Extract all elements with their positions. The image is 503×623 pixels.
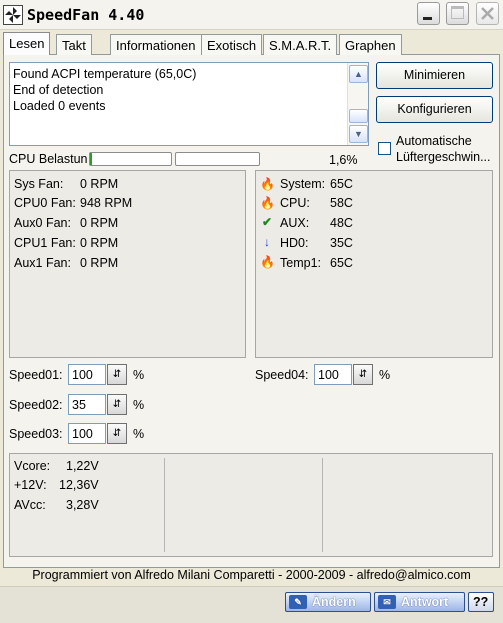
- temp-value: 65C: [330, 177, 353, 191]
- configure-button[interactable]: Konfigurieren: [376, 96, 493, 123]
- temp-value: 35C: [330, 236, 353, 250]
- minimize-window-button[interactable]: [417, 2, 440, 25]
- reply-button-label: Antwort: [401, 595, 449, 609]
- fan-label: CPU1 Fan:: [14, 236, 76, 250]
- fan-label: Aux0 Fan:: [14, 216, 71, 230]
- auto-fan-speed-label-line1: Automatische: [396, 134, 472, 148]
- scroll-thumb[interactable]: [349, 109, 368, 123]
- cpu-load-bar: [89, 152, 172, 166]
- temp-value: 65C: [330, 256, 353, 270]
- fan-label: Sys Fan:: [14, 177, 64, 191]
- arrow-down-icon: ↓: [264, 235, 270, 249]
- maximize-window-button[interactable]: [446, 2, 469, 25]
- reply-icon: ✉: [378, 595, 396, 609]
- fan-value: 0 RPM: [80, 256, 119, 270]
- speed01-spinner[interactable]: ⇵: [107, 364, 127, 385]
- voltage-value: 12,36V: [59, 478, 99, 492]
- auto-fan-speed-label-line2: Lüftergeschwin...: [396, 150, 491, 164]
- temp-label: HD0:: [280, 236, 309, 250]
- voltage-label: Vcore:: [14, 459, 51, 473]
- flame-icon: 🔥: [260, 255, 275, 269]
- tab-graphen[interactable]: Graphen: [339, 34, 402, 55]
- help-button[interactable]: ??: [468, 592, 494, 612]
- tab-exotisch[interactable]: Exotisch: [201, 34, 263, 55]
- log-line: Loaded 0 events: [13, 99, 106, 113]
- speed-unit: %: [379, 368, 391, 382]
- tab-lesen[interactable]: Lesen: [3, 32, 51, 55]
- speed01-input[interactable]: [68, 364, 106, 385]
- divider: [322, 458, 323, 552]
- flame-icon: 🔥: [260, 196, 275, 210]
- fan-value: 948 RPM: [80, 196, 133, 210]
- speed-label: Speed02:: [9, 398, 63, 412]
- speed04-spinner[interactable]: ⇵: [353, 364, 373, 385]
- cpu-load-label: CPU Belastun: [9, 152, 88, 166]
- window-title: SpeedFan 4.40: [27, 6, 145, 24]
- speed-label: Speed04:: [255, 368, 309, 382]
- speed03-input[interactable]: [68, 423, 106, 444]
- fan-value: 0 RPM: [80, 216, 119, 230]
- voltage-value: 1,22V: [66, 459, 99, 473]
- speed03-spinner[interactable]: ⇵: [107, 423, 127, 444]
- event-log[interactable]: Found ACPI temperature (65,0C) End of de…: [9, 62, 369, 146]
- divider: [164, 458, 165, 552]
- speed-unit: %: [133, 427, 145, 441]
- change-button-label: Ändern: [312, 595, 356, 609]
- speed-unit: %: [133, 368, 145, 382]
- reply-button[interactable]: ✉ Antwort: [374, 592, 465, 612]
- speed-label: Speed03:: [9, 427, 63, 441]
- edit-icon: ✎: [289, 595, 307, 609]
- minimize-button[interactable]: Minimieren: [376, 62, 493, 89]
- voltage-label: AVcc:: [14, 498, 46, 512]
- temp-value: 48C: [330, 216, 353, 230]
- tab-smart[interactable]: S.M.A.R.T.: [263, 34, 338, 55]
- cpu-load-value: 1,6%: [329, 153, 358, 167]
- fan-app-icon: [3, 5, 23, 25]
- log-line: Found ACPI temperature (65,0C): [13, 67, 197, 81]
- log-line: End of detection: [13, 83, 104, 97]
- temp-label: System:: [280, 177, 326, 191]
- temp-label: CPU:: [280, 196, 310, 210]
- tab-informationen[interactable]: Informationen: [110, 34, 202, 55]
- voltage-label: +12V:: [14, 478, 47, 492]
- log-scrollbar[interactable]: ▲ ▼: [347, 63, 368, 145]
- temp-label: AUX:: [280, 216, 310, 230]
- speed04-input[interactable]: [314, 364, 352, 385]
- close-window-button[interactable]: [476, 2, 499, 25]
- fan-label: Aux1 Fan:: [14, 256, 71, 270]
- speed-unit: %: [133, 398, 145, 412]
- speed-label: Speed01:: [9, 368, 63, 382]
- scroll-down-arrow-icon[interactable]: ▼: [349, 125, 368, 143]
- temp-label: Temp1:: [280, 256, 321, 270]
- fan-value: 0 RPM: [80, 236, 119, 250]
- speed02-spinner[interactable]: ⇵: [107, 394, 127, 415]
- flame-icon: 🔥: [260, 177, 275, 191]
- change-button[interactable]: ✎ Ändern: [285, 592, 371, 612]
- cpu-load-bar: [175, 152, 260, 166]
- scroll-up-arrow-icon[interactable]: ▲: [349, 65, 368, 83]
- temp-value: 58C: [330, 196, 353, 210]
- fan-label: CPU0 Fan:: [14, 196, 76, 210]
- speed02-input[interactable]: [68, 394, 106, 415]
- credits-footer: Programmiert von Alfredo Milani Comparet…: [32, 568, 471, 582]
- auto-fan-speed-checkbox[interactable]: [378, 142, 391, 155]
- tab-takt[interactable]: Takt: [56, 34, 92, 55]
- voltage-value: 3,28V: [66, 498, 99, 512]
- checkmark-icon: ✔: [261, 215, 273, 229]
- fan-value: 0 RPM: [80, 177, 119, 191]
